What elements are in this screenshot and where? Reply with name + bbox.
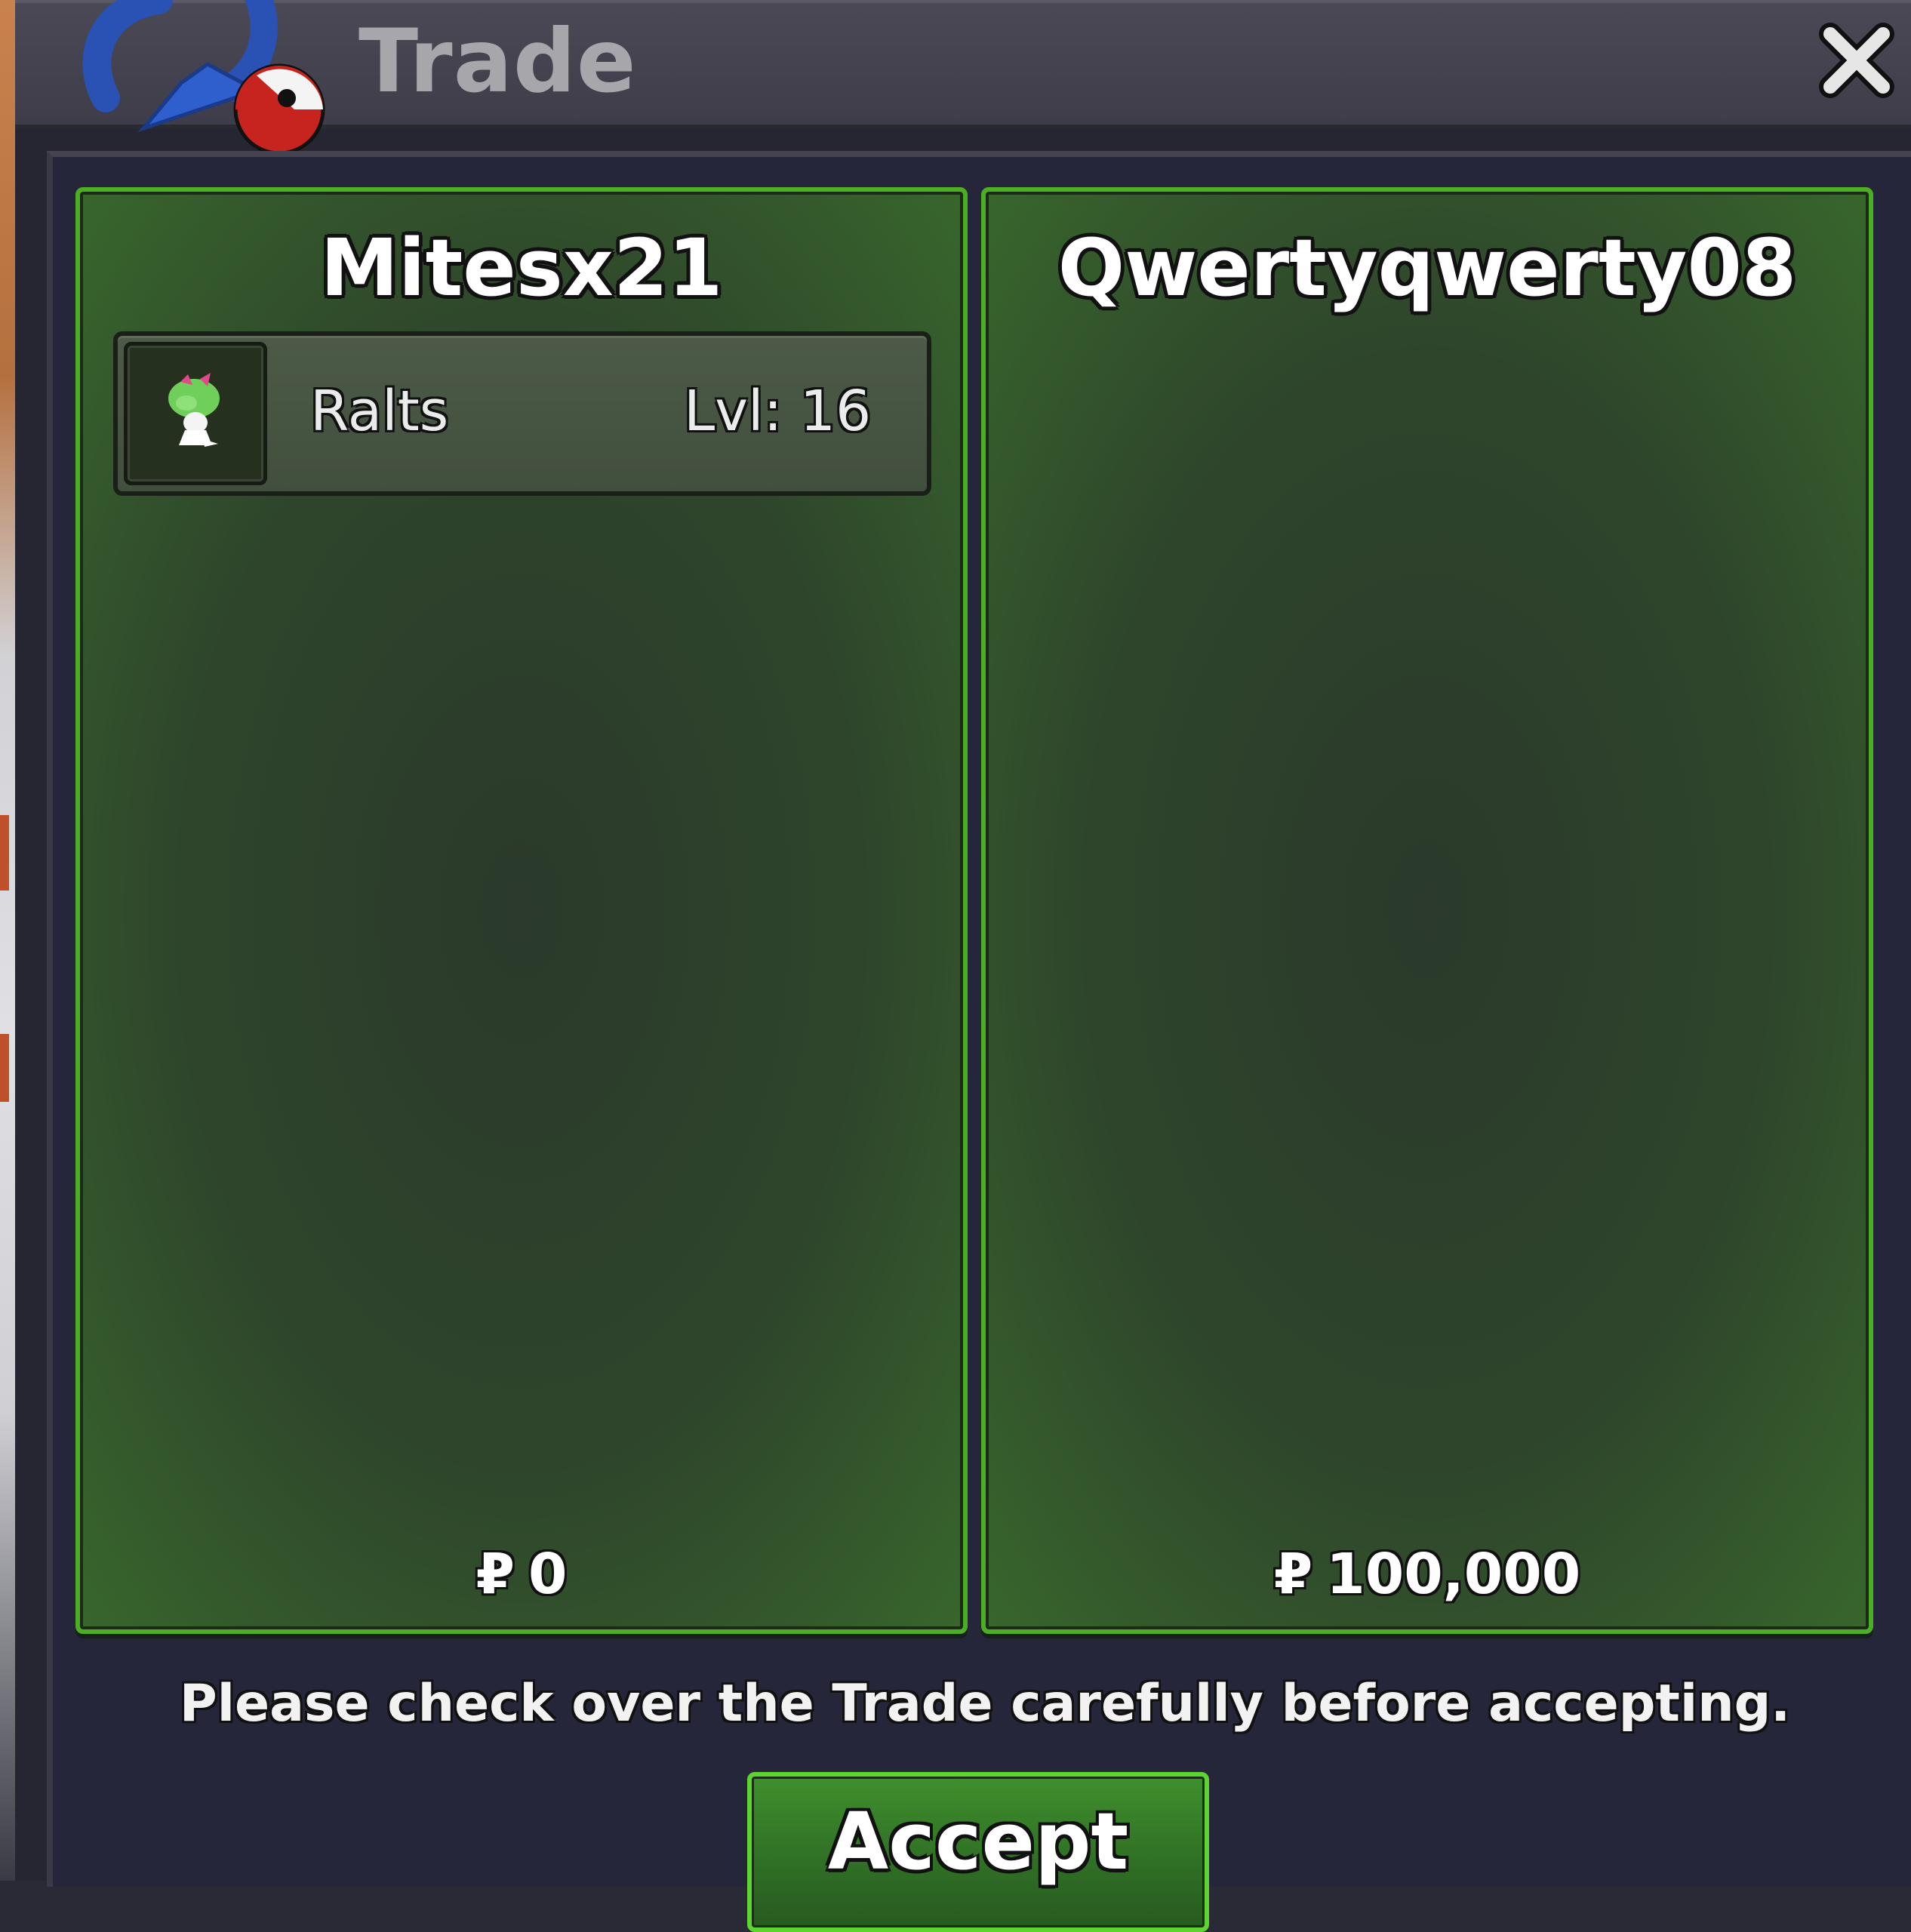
pokemon-level: Lvl: 16 [684, 379, 872, 444]
pokemon-name: Ralts [310, 379, 449, 444]
money-offer: ₽100,000 [986, 1542, 1869, 1607]
trade-window: Trade Mitesx21 Ralts Lvl: 16 ₽ 0 Qwertyq… [15, 0, 1911, 1932]
pokemon-list-item[interactable]: Ralts Lvl: 16 [113, 331, 931, 496]
player-name: Mitesx21 [320, 222, 723, 314]
title-bar[interactable]: Trade [15, 0, 1911, 155]
trade-notice: Please check over the Trade carefully be… [179, 1674, 1791, 1734]
window-title: Trade [359, 11, 637, 112]
ralts-sprite-icon [168, 373, 220, 447]
money-amount: 0 [528, 1542, 568, 1607]
accept-label: Accept [827, 1795, 1129, 1887]
trade-arrows-pokeball-icon [82, 0, 325, 155]
money-offer: ₽0 [80, 1542, 963, 1607]
trade-content: Mitesx21 Ralts Lvl: 16 ₽ 0 Qwertyqwerty0… [47, 151, 1911, 1932]
offer-panel-left: Mitesx21 Ralts Lvl: 16 ₽ 0 [75, 187, 968, 1634]
background-mark [0, 815, 9, 891]
currency-icon: ₽ [1273, 1542, 1313, 1607]
player-name: Qwertyqwerty08 [1057, 222, 1797, 314]
accept-button[interactable]: Accept [747, 1772, 1209, 1932]
close-icon[interactable] [1815, 19, 1898, 102]
background-mark [0, 1034, 9, 1102]
currency-icon: ₽ [475, 1542, 515, 1607]
background-strip [0, 0, 15, 1881]
money-amount: 100,000 [1326, 1542, 1581, 1607]
pokemon-sprite-slot [124, 342, 267, 485]
offer-panel-right: Qwertyqwerty08 ₽100,000 [981, 187, 1873, 1634]
